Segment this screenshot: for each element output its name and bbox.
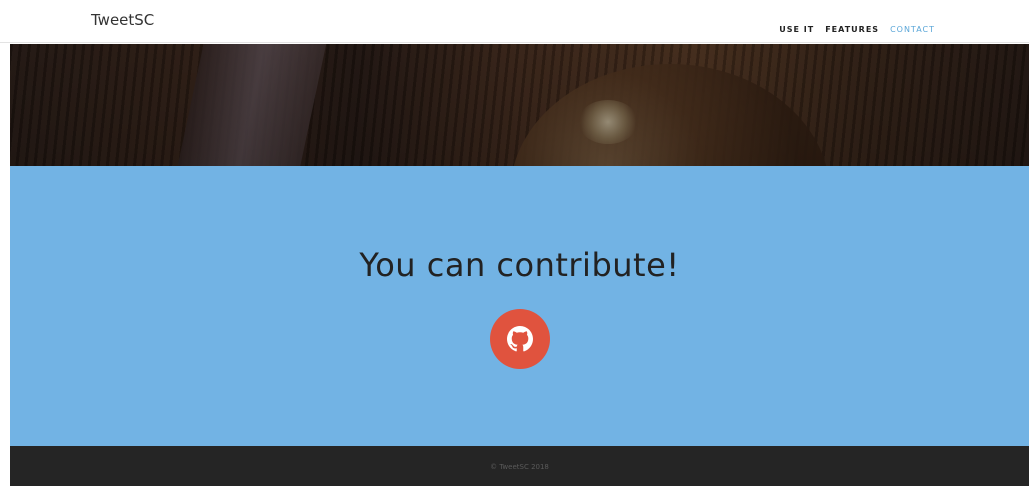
nav-item-features: FEATURES: [825, 17, 879, 36]
footer-copyright: © TweetSC 2018: [490, 463, 549, 471]
hero-overlay: [10, 44, 1029, 166]
footer: © TweetSC 2018: [10, 446, 1029, 486]
nav-item-use-it: USE IT: [779, 17, 814, 36]
nav-link-use-it[interactable]: USE IT: [779, 25, 814, 34]
nav-menu: USE IT FEATURES CONTACT: [779, 17, 935, 36]
contribute-section: You can contribute!: [10, 166, 1029, 446]
github-icon: [507, 326, 533, 352]
navbar: TweetSC USE IT FEATURES CONTACT: [0, 0, 1029, 43]
nav-item-contact: CONTACT: [890, 17, 935, 36]
contribute-heading: You can contribute!: [359, 246, 680, 284]
brand-link[interactable]: TweetSC: [91, 11, 154, 29]
nav-link-contact[interactable]: CONTACT: [890, 25, 935, 34]
github-button[interactable]: [490, 309, 550, 369]
nav-link-features[interactable]: FEATURES: [825, 25, 879, 34]
hero-image: [10, 44, 1029, 166]
